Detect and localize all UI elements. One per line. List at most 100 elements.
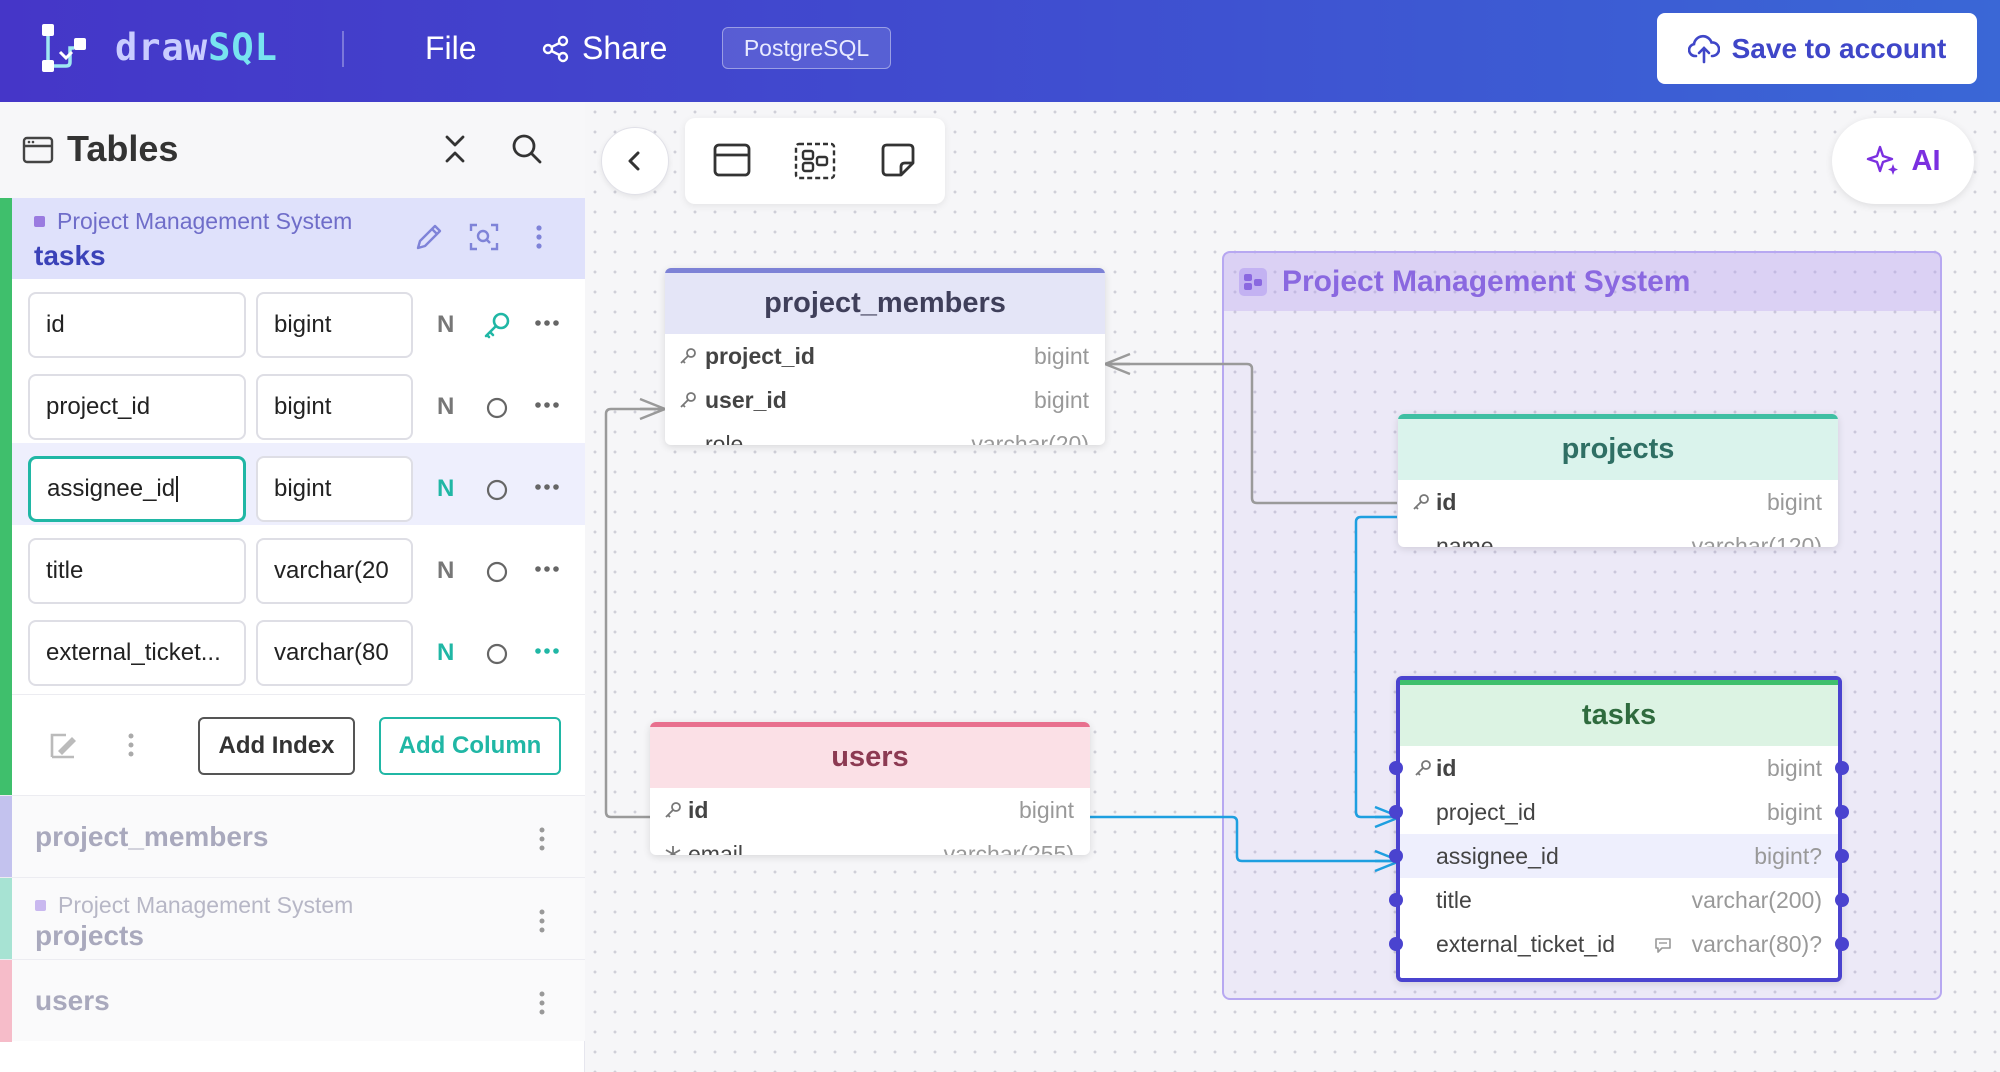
nullable-toggle[interactable]: N bbox=[437, 393, 454, 421]
brand-name[interactable]: drawSQL bbox=[115, 26, 278, 69]
comment-icon bbox=[1655, 938, 1671, 953]
column-name: assignee_id bbox=[1436, 842, 1559, 869]
primary-key-toggle-icon[interactable] bbox=[482, 475, 512, 505]
footer-options-icon[interactable] bbox=[125, 729, 137, 761]
tables-sidebar: Tables Project Management System tasks i… bbox=[0, 102, 585, 1072]
column-name-input[interactable]: project_id bbox=[28, 374, 246, 440]
diagram-canvas[interactable]: Project Management System AI project_mem… bbox=[585, 102, 2000, 1072]
column-type: bigint? bbox=[1754, 842, 1822, 869]
table-row[interactable]: project_id bigint bbox=[1389, 790, 1849, 834]
column-name-input[interactable]: title bbox=[28, 538, 246, 604]
text-cursor bbox=[176, 476, 179, 502]
more-options-icon[interactable] bbox=[534, 401, 560, 409]
collapse-sidebar-button[interactable] bbox=[601, 127, 669, 195]
connector-handle[interactable] bbox=[1389, 761, 1403, 775]
table-header[interactable]: projects bbox=[1398, 414, 1838, 480]
connector-handle[interactable] bbox=[1835, 805, 1849, 819]
table-icon bbox=[22, 136, 54, 164]
save-to-account-button[interactable]: Save to account bbox=[1657, 13, 1977, 84]
more-options-icon[interactable] bbox=[534, 565, 560, 573]
index-icon[interactable] bbox=[48, 729, 80, 761]
table-row[interactable]: user_id bigint bbox=[665, 378, 1105, 422]
table-projects[interactable]: projects id bigint name varchar(120) bbox=[1398, 414, 1838, 547]
table-color-bar bbox=[0, 878, 12, 960]
more-options-icon[interactable] bbox=[534, 647, 560, 655]
table-name: projects bbox=[35, 920, 144, 951]
connector-handle[interactable] bbox=[1389, 849, 1403, 863]
drawsql-logo-icon[interactable] bbox=[40, 22, 88, 74]
ai-label: AI bbox=[1911, 144, 1941, 177]
primary-key-toggle-icon[interactable] bbox=[482, 639, 512, 669]
focus-table-icon[interactable] bbox=[467, 220, 501, 254]
table-row[interactable]: title varchar(200) bbox=[1389, 878, 1849, 922]
nullable-toggle[interactable]: N bbox=[437, 639, 454, 667]
table-name: project_members bbox=[35, 821, 269, 852]
table-row[interactable]: external_ticket_id varchar(80)? bbox=[1389, 922, 1849, 966]
ai-button[interactable]: AI bbox=[1832, 118, 1974, 204]
table-header[interactable]: users bbox=[650, 722, 1090, 788]
primary-key-toggle-icon[interactable] bbox=[482, 393, 512, 423]
add-column-button[interactable]: Add Column bbox=[379, 717, 561, 775]
connector-handle[interactable] bbox=[1389, 805, 1403, 819]
table-row[interactable]: id bigint bbox=[650, 788, 1090, 832]
column-type-input[interactable]: bigint bbox=[256, 456, 413, 522]
more-options-icon[interactable] bbox=[534, 319, 560, 327]
sidebar-table-users[interactable]: users bbox=[0, 959, 585, 1042]
table-row[interactable]: id bigint bbox=[1389, 746, 1849, 790]
column-type-input[interactable]: varchar(80 bbox=[256, 620, 413, 686]
connector-handle[interactable] bbox=[1835, 893, 1849, 907]
table-header[interactable]: project_members bbox=[665, 268, 1105, 334]
column-row: external_ticket... varchar(80 N bbox=[12, 607, 585, 689]
connector-handle[interactable] bbox=[1389, 937, 1403, 951]
add-area-icon[interactable] bbox=[794, 142, 836, 180]
column-name-input[interactable]: id bbox=[28, 292, 246, 358]
add-table-icon[interactable] bbox=[713, 142, 751, 178]
column-row-selected: assignee_id bigint N bbox=[12, 443, 585, 525]
file-menu[interactable]: File bbox=[425, 30, 477, 67]
more-options-icon[interactable] bbox=[534, 483, 560, 491]
connector-handle[interactable] bbox=[1835, 849, 1849, 863]
table-options-icon[interactable] bbox=[536, 824, 548, 854]
sidebar-table-projects[interactable]: Project Management System projects bbox=[0, 877, 585, 960]
top-bar: drawSQL File Share PostgreSQL Save to ac… bbox=[0, 0, 2000, 102]
nullable-toggle[interactable]: N bbox=[437, 557, 454, 585]
table-row[interactable]: project_id bigint bbox=[665, 334, 1105, 378]
table-tasks-selected[interactable]: tasks id bigint project_id bigint assign… bbox=[1389, 676, 1849, 982]
add-note-icon[interactable] bbox=[880, 142, 916, 178]
connector-handle[interactable] bbox=[1835, 937, 1849, 951]
add-index-button[interactable]: Add Index bbox=[198, 717, 355, 775]
table-options-icon[interactable] bbox=[532, 220, 546, 254]
pencil-icon[interactable] bbox=[412, 220, 446, 254]
collapse-all-icon[interactable] bbox=[438, 132, 472, 166]
table-row-highlighted[interactable]: assignee_id bigint? bbox=[1389, 834, 1849, 878]
column-name-input[interactable]: external_ticket... bbox=[28, 620, 246, 686]
connector-handle[interactable] bbox=[1389, 893, 1403, 907]
connector-handle[interactable] bbox=[1835, 761, 1849, 775]
column-type: bigint bbox=[1767, 754, 1822, 781]
column-type-input[interactable]: varchar(20 bbox=[256, 538, 413, 604]
primary-key-icon[interactable] bbox=[482, 311, 512, 341]
share-button[interactable]: Share bbox=[542, 30, 667, 67]
primary-key-toggle-icon[interactable] bbox=[482, 557, 512, 587]
header-divider bbox=[342, 31, 344, 67]
sidebar-title: Tables bbox=[67, 128, 179, 169]
table-users[interactable]: users id bigint email varchar(255) bbox=[650, 722, 1090, 855]
table-row[interactable]: role varchar(20) bbox=[665, 422, 1105, 446]
active-table-header[interactable]: Project Management System tasks bbox=[0, 198, 585, 279]
database-type-badge[interactable]: PostgreSQL bbox=[722, 27, 891, 69]
search-icon[interactable] bbox=[510, 132, 544, 166]
nullable-toggle[interactable]: N bbox=[437, 311, 454, 339]
column-name: user_id bbox=[705, 386, 787, 413]
sidebar-table-project-members[interactable]: project_members bbox=[0, 795, 585, 878]
nullable-toggle[interactable]: N bbox=[437, 475, 454, 503]
table-row[interactable]: id bigint bbox=[1398, 480, 1838, 524]
table-header[interactable]: tasks bbox=[1400, 680, 1838, 746]
table-options-icon[interactable] bbox=[536, 906, 548, 936]
column-type-input[interactable]: bigint bbox=[256, 292, 413, 358]
table-options-icon[interactable] bbox=[536, 988, 548, 1018]
table-row[interactable]: email varchar(255) bbox=[650, 832, 1090, 855]
table-row[interactable]: name varchar(120) bbox=[1398, 524, 1838, 548]
column-name-input[interactable]: assignee_id bbox=[28, 456, 246, 522]
table-project-members[interactable]: project_members project_id bigint user_i… bbox=[665, 268, 1105, 445]
column-type-input[interactable]: bigint bbox=[256, 374, 413, 440]
